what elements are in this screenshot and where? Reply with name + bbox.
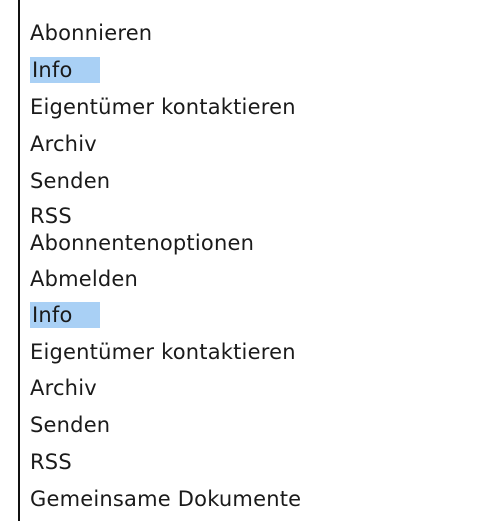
menu-item-rss[interactable]: RSS (30, 449, 72, 475)
list-menu-subscribe: Abonnieren Info Eigentümer kontaktieren … (0, 0, 480, 228)
menu-item-info[interactable]: Info (30, 302, 100, 328)
menu-item-abmelden[interactable]: Abmelden (30, 266, 138, 292)
list-menu-subscriber: Abonnentenoptionen Abmelden Info Eigentü… (0, 226, 480, 521)
menu-item-abonnieren[interactable]: Abonnieren (30, 20, 152, 46)
menu-item-info[interactable]: Info (30, 57, 100, 83)
menu-left-rule (18, 0, 20, 226)
menu-item-eigentuemer-kontaktieren[interactable]: Eigentümer kontaktieren (30, 339, 296, 365)
menu-item-senden[interactable]: Senden (30, 412, 110, 438)
menu-item-senden[interactable]: Senden (30, 168, 110, 194)
menu-item-archiv[interactable]: Archiv (30, 375, 97, 401)
menu-item-gemeinsame-dokumente[interactable]: Gemeinsame Dokumente (30, 486, 301, 512)
menu-item-abonnentenoptionen[interactable]: Abonnentenoptionen (30, 230, 254, 256)
menu-left-rule (18, 226, 20, 521)
menu-item-archiv[interactable]: Archiv (30, 131, 97, 157)
menu-item-eigentuemer-kontaktieren[interactable]: Eigentümer kontaktieren (30, 94, 296, 120)
